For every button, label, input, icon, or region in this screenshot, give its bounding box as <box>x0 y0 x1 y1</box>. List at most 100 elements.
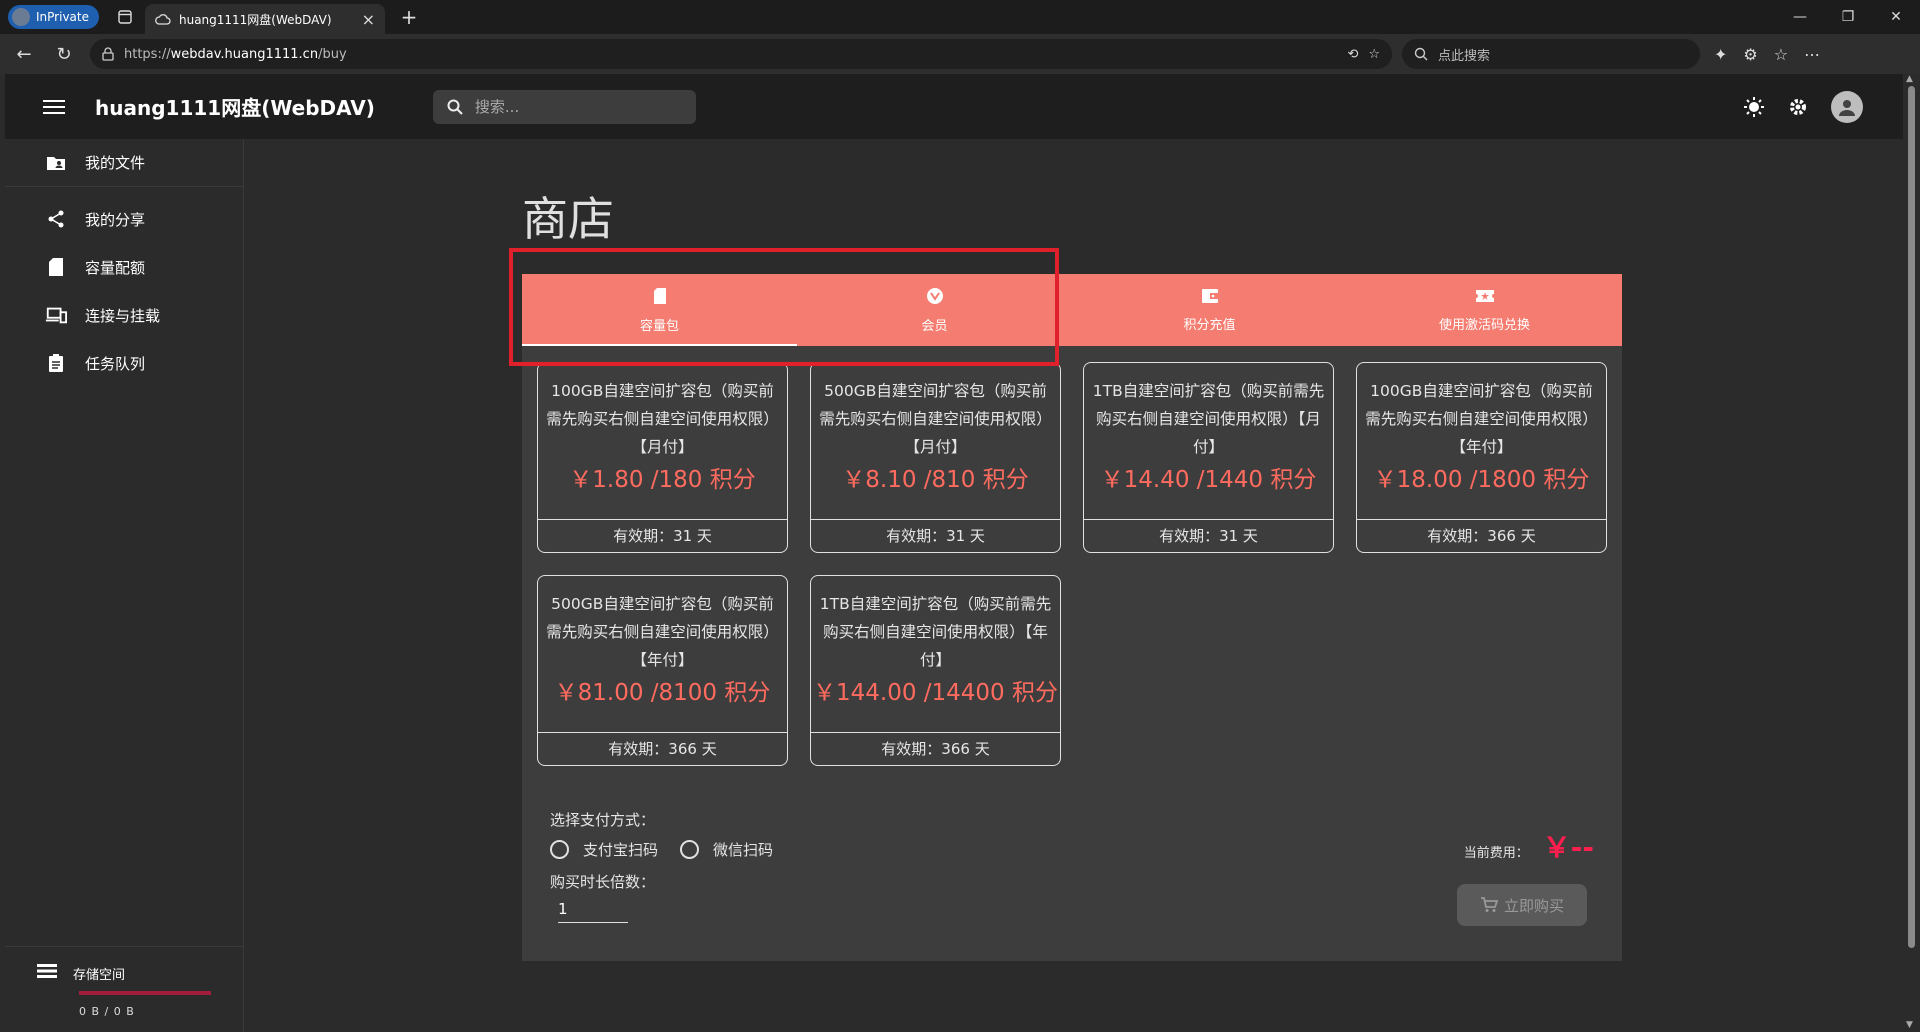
minimize-icon[interactable]: — <box>1776 0 1824 34</box>
restore-icon[interactable]: ❐ <box>1824 0 1872 34</box>
browser-search-field[interactable]: 点此搜索 <box>1402 39 1700 69</box>
browser-tab-bar: InPrivate huang1111网盘(WebDAV) × + — ❐ ✕ <box>0 0 1920 34</box>
product-description: 100GB自建空间扩容包（购买前需先购买右侧自建空间使用权限）【年付】 <box>1365 382 1598 456</box>
product-card[interactable]: 500GB自建空间扩容包（购买前需先购买右侧自建空间使用权限）【年付】 ￥81.… <box>537 575 788 766</box>
product-validity: 有效期：31 天 <box>811 519 1060 552</box>
app-title: huang1111网盘(WebDAV) <box>95 96 375 120</box>
brightness-icon[interactable] <box>1743 96 1765 118</box>
storage-progress-bar <box>79 991 211 995</box>
product-card[interactable]: 1TB自建空间扩容包（购买前需先购买右侧自建空间使用权限）【年付】 ￥144.0… <box>810 575 1061 766</box>
page-scrollbar[interactable]: ▲ ▼ <box>1903 74 1920 1032</box>
scrollbar-thumb[interactable] <box>1908 86 1915 948</box>
vip-icon <box>926 287 944 309</box>
app-search-input[interactable]: 搜索... <box>432 89 696 124</box>
payment-options: 支付宝扫码 微信扫码 <box>550 839 773 860</box>
browser-tab[interactable]: huang1111网盘(WebDAV) × <box>144 4 385 34</box>
product-validity: 有效期：366 天 <box>811 732 1060 765</box>
refresh-icon[interactable]: ↻ <box>48 38 80 70</box>
scroll-down-icon[interactable]: ▼ <box>1906 1020 1913 1030</box>
product-card[interactable]: 1TB自建空间扩容包（购买前需先购买右侧自建空间使用权限）【月付】 ￥14.40… <box>1083 362 1334 553</box>
favorite-star-icon[interactable]: ☆ <box>1368 47 1380 62</box>
product-description: 500GB自建空间扩容包（购买前需先购买右侧自建空间使用权限）【年付】 <box>546 595 779 669</box>
multiplier-input[interactable] <box>558 895 628 923</box>
extensions-icon[interactable]: ⚙ <box>1743 45 1757 64</box>
app-search-placeholder: 搜索... <box>474 98 520 116</box>
search-icon <box>447 99 463 115</box>
tab-label: 容量包 <box>639 318 679 334</box>
tab-points-recharge[interactable]: 积分充值 <box>1072 274 1347 346</box>
person-icon <box>1839 99 1855 116</box>
menu-icon[interactable] <box>43 99 65 114</box>
user-avatar[interactable] <box>1831 90 1863 123</box>
product-description: 500GB自建空间扩容包（购买前需先购买右侧自建空间使用权限）【月付】 <box>819 382 1052 456</box>
cost-value: ￥-- <box>1542 831 1594 864</box>
sidebar-item-label: 容量配额 <box>85 258 146 277</box>
tab-redeem-code[interactable]: 使用激活码兑换 <box>1347 274 1622 346</box>
product-description: 1TB自建空间扩容包（购买前需先购买右侧自建空间使用权限）【年付】 <box>819 595 1052 669</box>
app-bar: huang1111网盘(WebDAV) 搜索... <box>5 74 1903 139</box>
cart-icon <box>1480 897 1498 912</box>
buy-now-label: 立即购买 <box>1503 896 1564 915</box>
product-price: ￥14.40 /1440 积分 <box>1100 467 1317 493</box>
browser-search-placeholder: 点此搜索 <box>1438 48 1491 64</box>
radio-circle <box>550 840 569 859</box>
share-icon <box>45 208 67 230</box>
url-text: https://webdav.huang1111.cn/buy <box>124 46 347 62</box>
gift-icon[interactable]: ✦ <box>1714 45 1727 64</box>
close-window-icon[interactable]: ✕ <box>1872 0 1920 34</box>
product-card[interactable]: 500GB自建空间扩容包（购买前需先购买右侧自建空间使用权限）【月付】 ￥8.1… <box>810 362 1061 553</box>
sidebar-item-my-shares[interactable]: 我的分享 <box>5 195 243 243</box>
favorites-icon[interactable]: ☆ <box>1774 45 1788 64</box>
product-validity: 有效期：366 天 <box>1357 519 1606 552</box>
product-price: ￥144.00 /14400 积分 <box>812 680 1058 706</box>
settings-gear-icon[interactable] <box>1787 96 1809 118</box>
alipay-radio[interactable]: 支付宝扫码 <box>550 839 658 860</box>
payment-method-label: 选择支付方式： <box>550 811 656 829</box>
sd-card-icon <box>45 256 67 278</box>
product-description: 1TB自建空间扩容包（购买前需先购买右侧自建空间使用权限）【月付】 <box>1092 382 1325 456</box>
tab-label: 使用激活码兑换 <box>1438 317 1530 333</box>
tab-storage-pack[interactable]: 容量包 <box>522 274 797 346</box>
sidebar-item-label: 任务队列 <box>85 354 146 373</box>
sidebar: 我的文件 我的分享 容量配额 连接与挂载 任务队列 存储空间 0 B / 0 B <box>5 139 244 1032</box>
store-panel: 容量包 会员 积分充值 使用激活码兑换 100GB自建空间扩容包（购买前需先购买… <box>522 274 1622 961</box>
url-field[interactable]: https://webdav.huang1111.cn/buy ⟲ ☆ <box>90 39 1392 69</box>
product-card[interactable]: 100GB自建空间扩容包（购买前需先购买右侧自建空间使用权限）【月付】 ￥1.8… <box>537 362 788 553</box>
search-icon <box>1414 47 1428 61</box>
store-tabs: 容量包 会员 积分充值 使用激活码兑换 <box>522 274 1622 346</box>
product-card[interactable]: 100GB自建空间扩容包（购买前需先购买右侧自建空间使用权限）【年付】 ￥18.… <box>1356 362 1607 553</box>
radio-label: 微信扫码 <box>713 841 774 859</box>
product-price: ￥8.10 /810 积分 <box>842 467 1029 493</box>
clipboard-icon <box>45 352 67 374</box>
sidebar-item-connections[interactable]: 连接与挂载 <box>5 291 243 339</box>
inprivate-badge[interactable]: InPrivate <box>8 5 99 29</box>
wechat-radio[interactable]: 微信扫码 <box>680 839 773 860</box>
current-cost: 当前费用： ￥-- <box>1464 826 1594 866</box>
profile-avatar-icon <box>12 8 30 26</box>
back-icon[interactable]: ← <box>8 38 40 70</box>
cost-label: 当前费用： <box>1463 846 1529 861</box>
tab-label: 积分充值 <box>1183 317 1236 333</box>
sidebar-item-tasks[interactable]: 任务队列 <box>5 339 243 387</box>
storage-usage: 0 B / 0 B <box>79 1005 135 1018</box>
more-icon[interactable]: ⋯ <box>1804 45 1820 64</box>
new-tab-button[interactable]: + <box>397 5 421 29</box>
tab-label: 会员 <box>921 318 948 334</box>
cloud-icon <box>155 14 171 25</box>
sidebar-item-label: 我的文件 <box>85 154 146 172</box>
tab-actions-icon[interactable] <box>113 5 137 29</box>
page-title: 商店 <box>522 192 614 246</box>
tab-membership[interactable]: 会员 <box>797 274 1072 346</box>
radio-circle <box>680 840 700 859</box>
sidebar-item-my-files[interactable]: 我的文件 <box>5 139 243 187</box>
read-aloud-icon[interactable]: ⟲ <box>1347 47 1358 62</box>
storage-panel: 存储空间 0 B / 0 B <box>5 946 243 1018</box>
multiplier-label: 购买时长倍数： <box>550 873 656 891</box>
sd-card-icon <box>653 287 667 309</box>
tab-close-icon[interactable]: × <box>362 10 375 29</box>
product-description: 100GB自建空间扩容包（购买前需先购买右侧自建空间使用权限）【月付】 <box>546 382 779 456</box>
radio-label: 支付宝扫码 <box>583 841 659 859</box>
scroll-up-icon[interactable]: ▲ <box>1906 74 1913 84</box>
buy-now-button[interactable]: 立即购买 <box>1457 884 1587 926</box>
sidebar-item-quota[interactable]: 容量配额 <box>5 243 243 291</box>
